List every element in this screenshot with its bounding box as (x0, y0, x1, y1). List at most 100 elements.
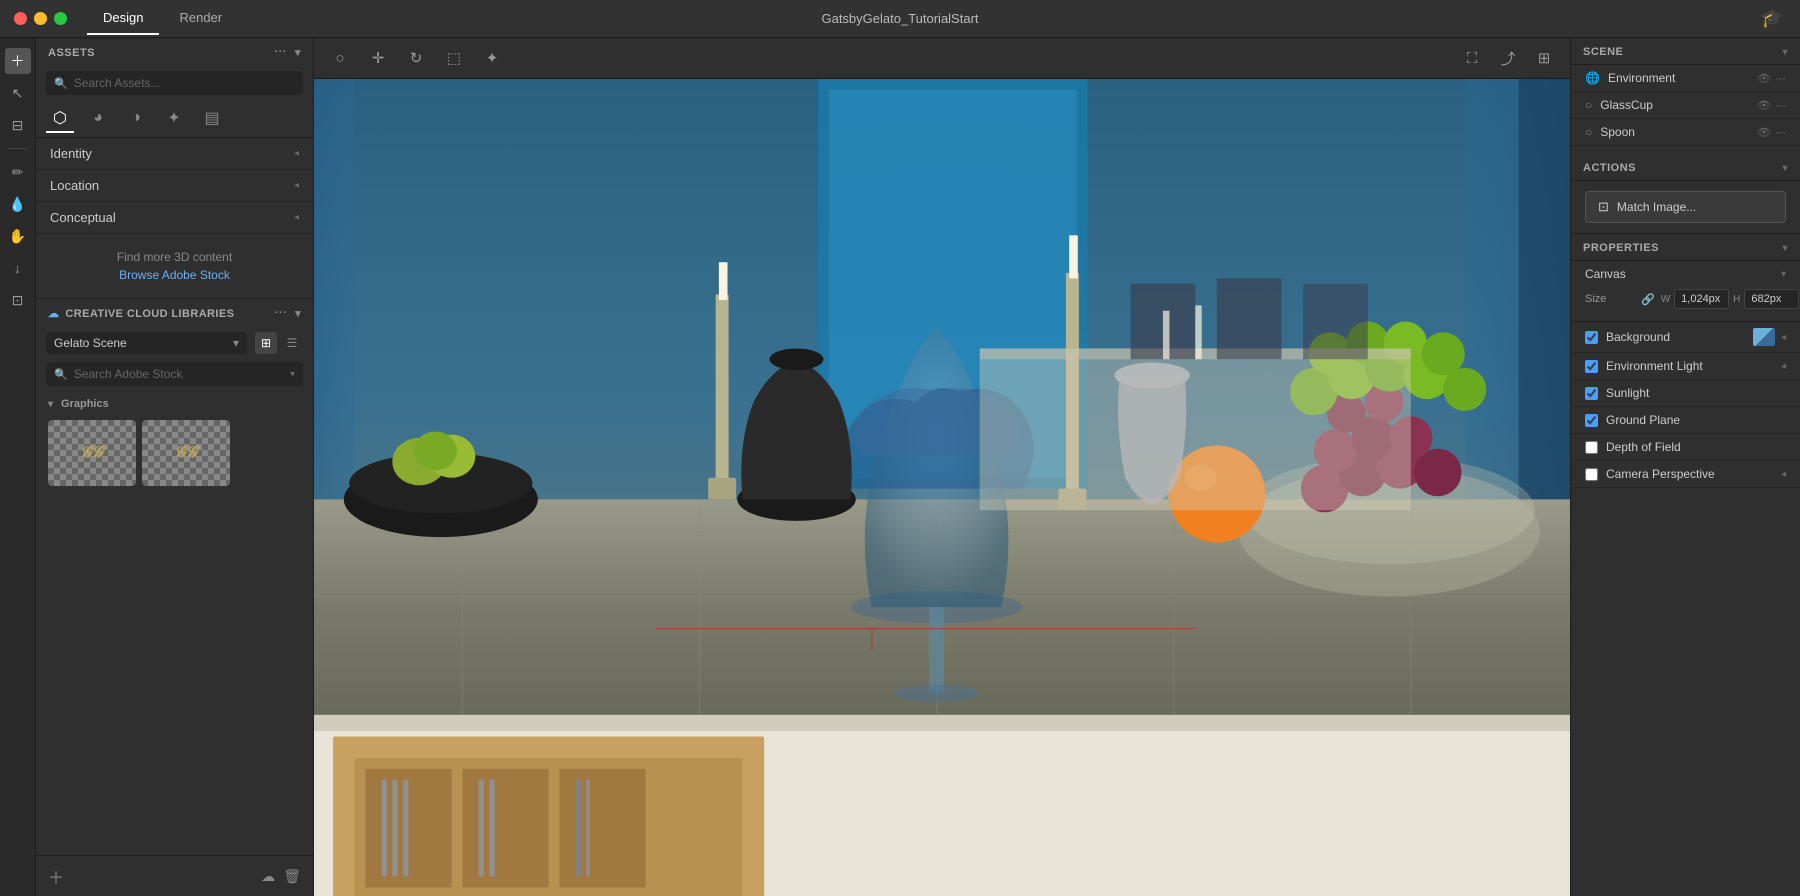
asset-type-image[interactable]: ▤ (198, 105, 226, 133)
browse-stock-link[interactable]: Browse Adobe Stock (50, 268, 299, 282)
tab-render[interactable]: Render (163, 2, 238, 35)
scene-item-glasscup-actions: 👁 ⋯ (1757, 99, 1786, 112)
canvas-label: Canvas (1585, 267, 1626, 281)
minimize-button[interactable] (34, 12, 47, 25)
ground-plane-checkbox[interactable] (1585, 414, 1598, 427)
right-panel: SCENE ▾ 🌐 Environment 👁 ⋯ ○ GlassCup 👁 ⋯… (1570, 38, 1800, 896)
cc-search-expand[interactable]: ▾ (290, 369, 295, 380)
asset-type-material[interactable]: ◕ (84, 105, 112, 133)
cc-search-input[interactable] (74, 367, 284, 381)
tool-eyedropper[interactable]: 💧 (5, 191, 31, 217)
spoon-more-btn[interactable]: ⋯ (1775, 126, 1786, 139)
spoon-vis-btn[interactable]: 👁 (1757, 126, 1771, 139)
thumb1-label: 𝒢𝒢 (81, 444, 104, 462)
toolbar-expand[interactable]: ⛶ (1458, 44, 1486, 72)
scene-spoon-label: Spoon (1600, 125, 1749, 139)
scene-item-environment[interactable]: 🌐 Environment 👁 ⋯ (1571, 65, 1800, 92)
checkbox-sunlight[interactable]: Sunlight (1571, 380, 1800, 407)
panel-bottom-bar: ＋ ☁ 🗑 (36, 855, 313, 896)
top-toolbar: ○ ✛ ↻ ⬚ ✦ ⛶ ⤴ ⊞ (314, 38, 1570, 79)
panel-trash-btn[interactable]: 🗑 (283, 868, 301, 885)
canvas-area[interactable] (314, 79, 1570, 896)
toolbar-move[interactable]: ✛ (364, 44, 392, 72)
cc-library-select[interactable]: Gelato Scene ▾ (46, 332, 247, 354)
search-input[interactable] (74, 76, 295, 90)
environment-icon: 🌐 (1585, 71, 1600, 85)
height-input[interactable] (1744, 289, 1799, 309)
environment-light-label: Environment Light (1606, 359, 1773, 373)
maximize-button[interactable] (54, 12, 67, 25)
view-list-btn[interactable]: ☰ (281, 332, 303, 354)
sunlight-label: Sunlight (1606, 386, 1786, 400)
match-image-button[interactable]: ⊡ Match Image... (1585, 191, 1786, 223)
toolbar-frame[interactable]: ⬚ (440, 44, 468, 72)
toolbar-group-left: ○ ✛ ↻ ⬚ ✦ (326, 44, 506, 72)
nav-identity[interactable]: Identity ◂ (36, 138, 313, 170)
depth-of-field-checkbox[interactable] (1585, 441, 1598, 454)
tool-pen[interactable]: ✏ (5, 159, 31, 185)
tool-stamp[interactable]: ⊡ (5, 287, 31, 313)
thumbnail-1[interactable]: 𝒢𝒢 (48, 420, 136, 486)
toolbar-export[interactable]: ⤴ (1494, 44, 1522, 72)
panel-add-btn[interactable]: ＋ (48, 864, 64, 888)
asset-type-light[interactable]: ◑ (122, 105, 150, 133)
sunlight-checkbox[interactable] (1585, 387, 1598, 400)
actions-header-chevron[interactable]: ▾ (1782, 163, 1788, 174)
environment-light-chevron[interactable]: ◂ (1781, 361, 1786, 372)
toolbar-select-circle[interactable]: ○ (326, 44, 354, 72)
spoon-icon: ○ (1585, 125, 1592, 139)
background-checkbox[interactable] (1585, 331, 1598, 344)
nav-conceptual[interactable]: Conceptual ◂ (36, 202, 313, 234)
canvas-chevron[interactable]: ▾ (1781, 269, 1786, 280)
scene-header-title: SCENE (1583, 46, 1782, 58)
checkbox-environment-light[interactable]: Environment Light ◂ (1571, 353, 1800, 380)
nav-conceptual-label: Conceptual (50, 210, 116, 225)
nav-location[interactable]: Location ◂ (36, 170, 313, 202)
asset-type-environment[interactable]: ✦ (160, 105, 188, 133)
toolbar-rotate[interactable]: ↻ (402, 44, 430, 72)
assets-more-btn[interactable]: ··· (274, 46, 287, 59)
tool-layers[interactable]: ⊟ (5, 112, 31, 138)
scene-item-spoon[interactable]: ○ Spoon 👁 ⋯ (1571, 119, 1800, 146)
scene-item-glasscup[interactable]: ○ GlassCup 👁 ⋯ (1571, 92, 1800, 119)
assets-collapse-btn[interactable]: ▾ (295, 46, 301, 59)
asset-types-bar: ⬡ ◕ ◑ ✦ ▤ (36, 101, 313, 138)
scene-item-environment-actions: 👁 ⋯ (1757, 72, 1786, 85)
tool-add[interactable]: ＋ (5, 48, 31, 74)
cc-lib-more-btn[interactable]: ··· (275, 307, 287, 320)
checkbox-background[interactable]: Background ◂ (1571, 322, 1800, 353)
search-icon: 🔍 (54, 77, 68, 90)
cc-lib-collapse-btn[interactable]: ▾ (295, 307, 301, 320)
thumb2-label: 𝒢𝒢 (175, 444, 198, 462)
glasscup-more-btn[interactable]: ⋯ (1775, 99, 1786, 112)
tool-hand[interactable]: ✋ (5, 223, 31, 249)
glasscup-icon: ○ (1585, 98, 1592, 112)
background-chevron[interactable]: ◂ (1781, 332, 1786, 343)
camera-perspective-chevron[interactable]: ◂ (1781, 469, 1786, 480)
camera-perspective-checkbox[interactable] (1585, 468, 1598, 481)
tab-design[interactable]: Design (87, 2, 159, 35)
panel-cc-btn[interactable]: ☁ (261, 868, 275, 885)
checkbox-depth-of-field[interactable]: Depth of Field (1571, 434, 1800, 461)
environment-more-btn[interactable]: ⋯ (1775, 72, 1786, 85)
glasscup-vis-btn[interactable]: 👁 (1757, 99, 1771, 112)
toolbar-light[interactable]: ✦ (478, 44, 506, 72)
checkbox-ground-plane[interactable]: Ground Plane (1571, 407, 1800, 434)
thumbnail-2[interactable]: 𝒢𝒢 (142, 420, 230, 486)
tool-select[interactable]: ↖ (5, 80, 31, 106)
asset-type-3d[interactable]: ⬡ (46, 105, 74, 133)
environment-vis-btn[interactable]: 👁 (1757, 72, 1771, 85)
environment-light-checkbox[interactable] (1585, 360, 1598, 373)
toolbar-group-right: ⛶ ⤴ ⊞ (1458, 44, 1558, 72)
width-input[interactable] (1674, 289, 1729, 309)
properties-header-chevron[interactable]: ▾ (1782, 243, 1788, 254)
toolbar-grid-view[interactable]: ⊞ (1530, 44, 1558, 72)
find-more-section: Find more 3D content Browse Adobe Stock (36, 234, 313, 299)
close-button[interactable] (14, 12, 27, 25)
left-toolbar: ＋ ↖ ⊟ ✏ 💧 ✋ ↓ ⊡ (0, 38, 36, 896)
view-grid-btn[interactable]: ⊞ (255, 332, 277, 354)
checkbox-camera-perspective[interactable]: Camera Perspective ◂ (1571, 461, 1800, 488)
titlebar-icon-right: 🎓 (1758, 5, 1786, 33)
scene-header-chevron[interactable]: ▾ (1782, 47, 1788, 58)
tool-arrow-down[interactable]: ↓ (5, 255, 31, 281)
